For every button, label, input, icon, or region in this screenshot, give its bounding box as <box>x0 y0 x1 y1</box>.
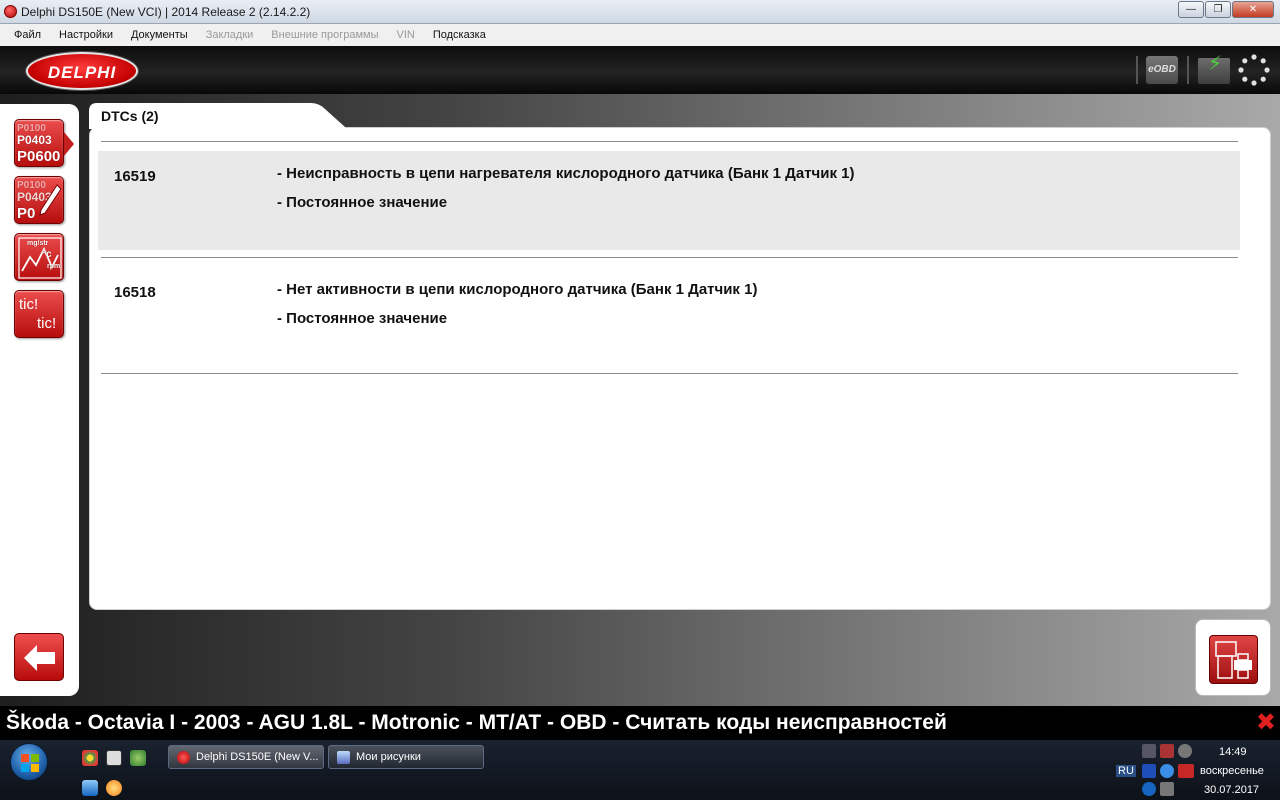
dtc-description: - Нет активности в цепи кислородного дат… <box>277 281 758 298</box>
bluetooth-icon[interactable] <box>1142 764 1156 778</box>
actuator-test-button[interactable]: tic! tic! <box>14 290 64 338</box>
dtc-row[interactable]: 16519 - Неисправность в цепи нагревателя… <box>98 151 1240 250</box>
window-titlebar: Delphi DS150E (New VCI) | 2014 Release 2… <box>0 0 1280 24</box>
tic-label: tic! <box>37 315 57 332</box>
menu-vin: VIN <box>396 29 415 41</box>
lightning-icon: ⚡ <box>1208 53 1223 75</box>
clock-day[interactable]: воскресенье <box>1200 765 1264 777</box>
dtc-code: 16518 <box>114 284 156 301</box>
logo-text: DELPHI <box>47 63 117 82</box>
print-button[interactable] <box>1195 619 1271 696</box>
window-controls: — ❐ ✕ <box>1178 1 1274 18</box>
windows-taskbar: Delphi DS150E (New V... Мои рисунки RU 1… <box>0 740 1280 800</box>
loading-spinner-icon <box>1238 54 1270 86</box>
live-data-button[interactable]: mg/str °c rpm <box>14 233 64 281</box>
live-data-label: rpm <box>47 263 61 270</box>
delphi-app-icon <box>177 751 190 764</box>
back-button[interactable] <box>14 633 64 681</box>
eobd-button[interactable]: eOBD <box>1146 56 1178 84</box>
menu-bar: Файл Настройки Документы Закладки Внешни… <box>0 24 1280 46</box>
clear-dtc-button[interactable]: P0100 P0403 P0 <box>14 176 64 224</box>
folder-icon <box>337 751 350 764</box>
chrome-icon[interactable] <box>82 750 98 766</box>
status-bar: Škoda - Octavia I - 2003 - AGU 1.8L - Mo… <box>0 706 1280 740</box>
start-button[interactable] <box>10 743 48 781</box>
menu-help[interactable]: Подсказка <box>433 29 486 41</box>
header-divider <box>1187 56 1189 84</box>
screenshot-tool-icon[interactable] <box>106 750 122 766</box>
show-desktop-icon[interactable] <box>82 780 98 796</box>
maximize-button[interactable]: ❐ <box>1205 1 1231 18</box>
tray-sync-icon[interactable] <box>1142 782 1156 796</box>
close-window-button[interactable]: ✕ <box>1232 1 1274 18</box>
ati-icon[interactable] <box>1178 764 1194 778</box>
app-header: DELPHI eOBD ⚡ <box>0 46 1280 94</box>
app-shortcut-icon[interactable] <box>106 780 122 796</box>
menu-file[interactable]: Файл <box>14 29 41 41</box>
network-error-icon[interactable] <box>1160 744 1174 758</box>
window-title: Delphi DS150E (New VCI) | 2014 Release 2… <box>21 5 311 19</box>
battery-icon[interactable]: ⚡ <box>1198 54 1230 84</box>
browser-icon[interactable] <box>130 750 146 766</box>
dtc-status: - Постоянное значение <box>277 194 448 211</box>
delphi-app-icon <box>4 5 17 18</box>
volume-icon[interactable] <box>1178 744 1192 758</box>
menu-documents[interactable]: Документы <box>131 29 188 41</box>
tray-app-icon[interactable] <box>1160 764 1174 778</box>
sidebar: P0100 P0403 P0600 P0100 P0403 P0 mg/str … <box>0 104 79 696</box>
back-arrow-icon <box>24 645 55 671</box>
delphi-logo: DELPHI <box>26 52 138 90</box>
eraser-icon <box>39 184 62 216</box>
menu-bookmarks: Закладки <box>205 29 254 41</box>
windows-logo-icon <box>21 754 39 772</box>
usb-icon[interactable] <box>1160 782 1174 796</box>
divider <box>101 141 1238 142</box>
dtc-description: - Неисправность в цепи нагревателя кисло… <box>277 165 855 182</box>
clear-button-code: P0 <box>17 205 36 222</box>
menu-settings[interactable]: Настройки <box>59 29 113 41</box>
exit-icon[interactable]: ✖ <box>1256 708 1276 737</box>
read-dtc-button[interactable]: P0100 P0403 P0600 <box>14 119 64 167</box>
taskbar-item-my-pictures[interactable]: Мои рисунки <box>328 745 484 769</box>
clock-time[interactable]: 14:49 <box>1219 746 1247 758</box>
divider <box>101 257 1238 258</box>
header-divider <box>1136 56 1138 84</box>
tic-label: tic! <box>19 296 39 313</box>
dtc-status: - Постоянное значение <box>277 310 448 327</box>
active-selection-arrow-icon <box>64 132 74 156</box>
divider <box>101 373 1238 374</box>
vehicle-breadcrumb: Škoda - Octavia I - 2003 - AGU 1.8L - Mo… <box>6 711 947 734</box>
clock-date[interactable]: 30.07.2017 <box>1204 784 1259 796</box>
language-indicator[interactable]: RU <box>1116 765 1136 777</box>
print-icon <box>1209 635 1258 684</box>
dtc-row[interactable]: 16518 - Нет активности в цепи кислородно… <box>98 267 1240 366</box>
network-icon[interactable] <box>1142 744 1156 758</box>
taskbar-item-delphi[interactable]: Delphi DS150E (New V... <box>168 745 324 769</box>
taskbar-item-label: Delphi DS150E (New V... <box>196 751 319 763</box>
dtc-tab[interactable]: DTCs (2) <box>101 108 159 124</box>
dtc-code: 16519 <box>114 168 156 185</box>
dtc-button-code: P0600 <box>17 148 61 165</box>
menu-external-programs: Внешние программы <box>271 29 379 41</box>
minimize-button[interactable]: — <box>1178 1 1204 18</box>
dtc-button-code: P0403 <box>17 133 52 147</box>
taskbar-item-label: Мои рисунки <box>356 751 421 763</box>
